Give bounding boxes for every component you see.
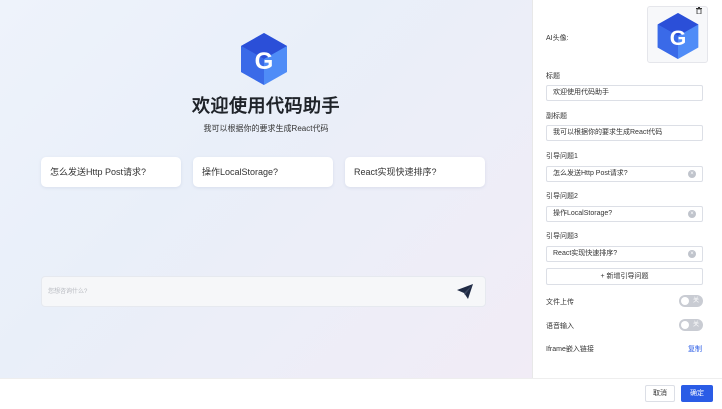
question-value: 操作LocalStorage? — [553, 210, 613, 217]
voice-input-label: 语音输入 — [546, 323, 574, 330]
file-upload-label: 文件上传 — [546, 299, 574, 306]
question-value: 怎么发送Http Post请求? — [553, 170, 628, 177]
subtitle-label: 副标题 — [546, 113, 567, 120]
g-logo-icon: G — [241, 33, 287, 85]
send-icon[interactable] — [457, 284, 473, 299]
question-value: React实现快速排序? — [553, 250, 618, 257]
copy-link[interactable]: 复制 — [688, 344, 702, 354]
subtitle-input[interactable]: 我可以根据你的要求生成React代码 — [546, 125, 703, 141]
svg-text:G: G — [670, 27, 687, 50]
title-label: 标题 — [546, 73, 560, 80]
clear-icon[interactable]: × — [688, 210, 696, 218]
cancel-button[interactable]: 取消 — [645, 385, 675, 402]
toggle-knob — [681, 321, 689, 329]
clear-icon[interactable]: × — [688, 250, 696, 258]
avatar-label: AI头像: — [546, 35, 569, 42]
confirm-button[interactable]: 确定 — [681, 385, 713, 402]
avatar-upload[interactable]: G — [647, 6, 708, 63]
chat-input-box — [41, 276, 486, 307]
welcome-title: 欢迎使用代码助手 — [192, 96, 340, 116]
iframe-label: Iframe嵌入链接 — [546, 346, 594, 353]
suggestion-card[interactable]: React实现快速排序? — [345, 157, 485, 187]
toggle-state: 关 — [692, 322, 699, 328]
add-question-button[interactable]: + 新增引导问题 — [546, 268, 703, 285]
svg-text:G: G — [255, 48, 274, 75]
trash-icon[interactable] — [696, 7, 702, 14]
chat-preview: G 欢迎使用代码助手 我可以根据你的要求生成React代码 怎么发送Http P… — [0, 0, 532, 378]
suggestion-card[interactable]: 操作LocalStorage? — [193, 157, 333, 187]
title-input[interactable]: 欢迎使用代码助手 — [546, 85, 703, 101]
file-upload-toggle[interactable]: 关 — [679, 295, 703, 307]
clear-icon[interactable]: × — [688, 170, 696, 178]
question-input-1[interactable]: 怎么发送Http Post请求? × — [546, 166, 703, 182]
chat-input[interactable] — [48, 284, 428, 300]
question-input-2[interactable]: 操作LocalStorage? × — [546, 206, 703, 222]
footer-bar: 取消 确定 — [0, 378, 722, 409]
question-input-3[interactable]: React实现快速排序? × — [546, 246, 703, 262]
question-label-1: 引导问题1 — [546, 153, 578, 160]
g-logo-icon: G — [657, 13, 699, 59]
toggle-knob — [681, 297, 689, 305]
voice-input-toggle[interactable]: 关 — [679, 319, 703, 331]
settings-panel: AI头像: G 标题 欢迎使用代码助手 副标题 我可以根据你的要求生成React… — [532, 0, 722, 378]
suggestion-card[interactable]: 怎么发送Http Post请求? — [41, 157, 181, 187]
question-label-2: 引导问题2 — [546, 193, 578, 200]
question-label-3: 引导问题3 — [546, 233, 578, 240]
toggle-state: 关 — [692, 298, 699, 304]
welcome-subtitle: 我可以根据你的要求生成React代码 — [203, 124, 329, 133]
